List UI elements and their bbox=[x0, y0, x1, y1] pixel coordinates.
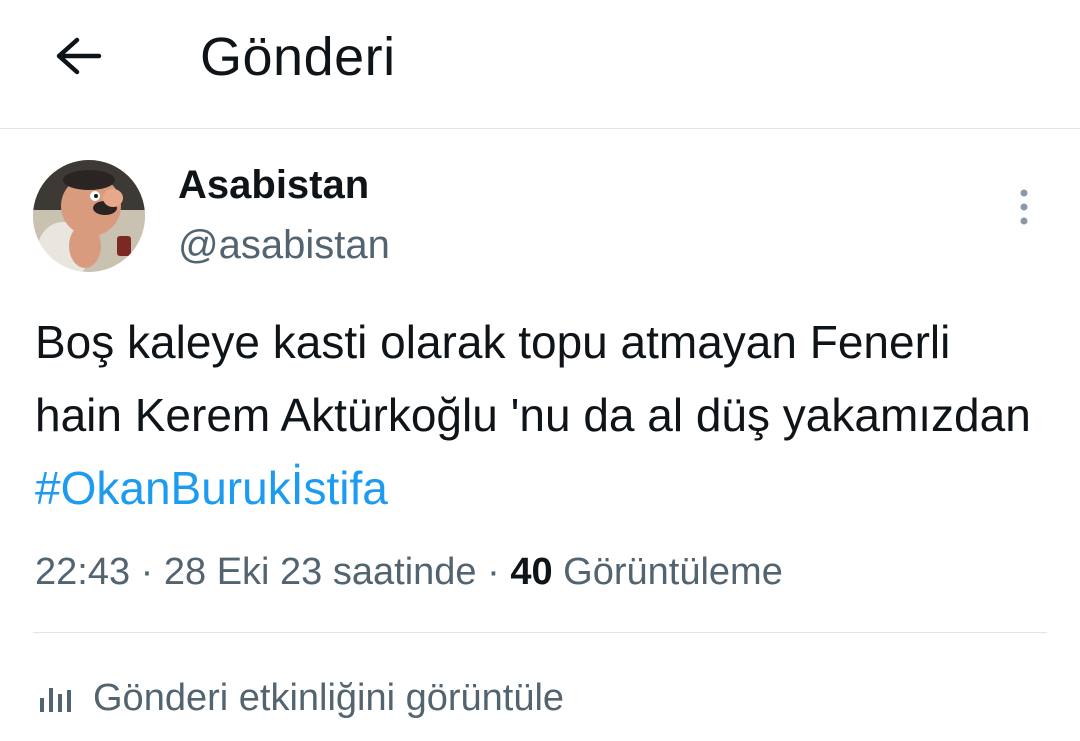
arrow-left-icon bbox=[56, 37, 102, 75]
views-label: Görüntüleme bbox=[563, 551, 783, 593]
hashtag-link[interactable]: #OkanBurukİstifa bbox=[35, 462, 388, 514]
tweet-time[interactable]: 22:43 bbox=[35, 551, 130, 593]
back-button[interactable] bbox=[48, 26, 108, 86]
views-count: 40 bbox=[510, 551, 553, 593]
tweet-text: Boş kaleye kasti olarak topu atmayan Fen… bbox=[35, 306, 1045, 525]
bar-chart-icon bbox=[35, 678, 75, 718]
tweet-body: Boş kaleye kasti olarak topu atmayan Fen… bbox=[35, 316, 1031, 441]
meta-separator: · bbox=[487, 551, 500, 593]
divider bbox=[33, 632, 1047, 633]
page-title: Gönderi bbox=[200, 27, 396, 87]
tweet-date[interactable]: 28 Eki 23 saatinde bbox=[164, 551, 477, 593]
view-activity-button[interactable]: Gönderi etkinliğini görüntüle bbox=[35, 670, 564, 726]
author-handle[interactable]: @asabistan bbox=[178, 220, 390, 270]
vertical-ellipsis-icon bbox=[1020, 189, 1028, 225]
avatar-image bbox=[33, 160, 145, 272]
author-display-name[interactable]: Asabistan bbox=[178, 160, 369, 210]
more-options-button[interactable] bbox=[1004, 182, 1044, 232]
avatar[interactable] bbox=[33, 160, 145, 272]
tweet-meta: 22:43 · 28 Eki 23 saatinde · 40 Görüntül… bbox=[35, 546, 783, 598]
top-bar: Gönderi bbox=[0, 0, 1080, 129]
meta-separator: · bbox=[140, 551, 154, 593]
activity-label: Gönderi etkinliğini görüntüle bbox=[93, 676, 565, 719]
